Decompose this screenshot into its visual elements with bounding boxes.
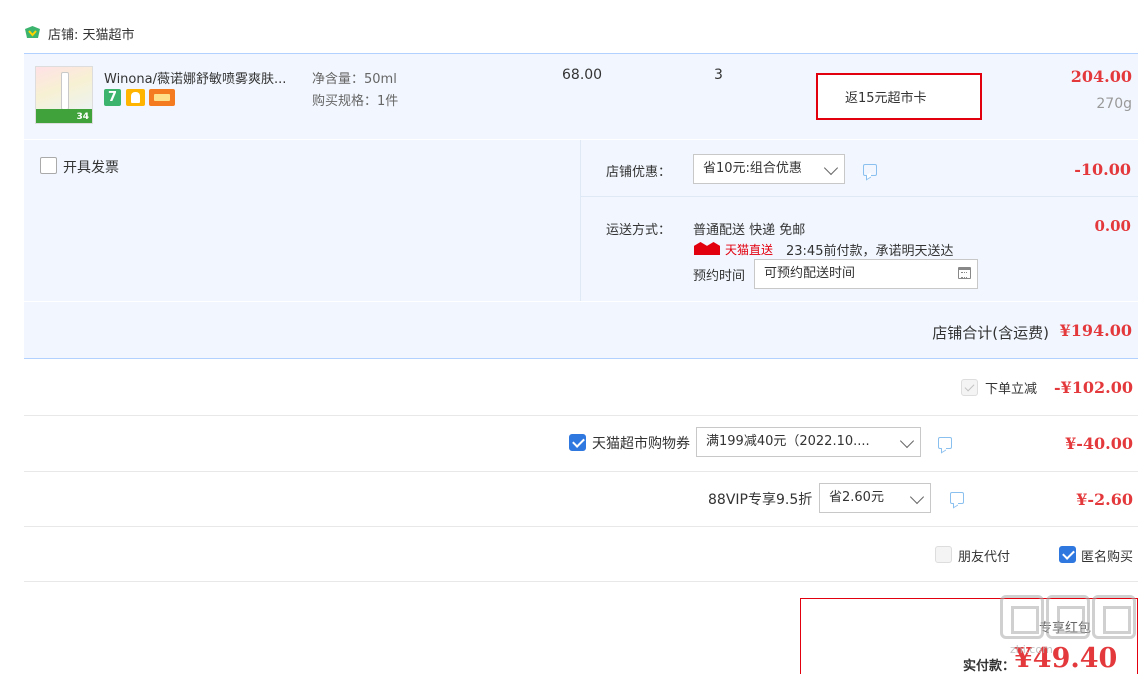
anonymous-checkbox[interactable] <box>1059 546 1076 563</box>
shipping-promise: 23:45前付款，承诺明天送达 <box>786 244 954 259</box>
shop-coupon-amount: -10.00 <box>1074 160 1131 179</box>
item-weight: 270g <box>1096 96 1132 112</box>
quantity: 3 <box>714 67 723 83</box>
calendar-icon[interactable] <box>958 267 971 279</box>
tmall-coupon-select[interactable]: 满199减40元（2022.10.... <box>696 427 921 457</box>
shop-total-label: 店铺合计(含运费) <box>932 324 1049 342</box>
tmall-coupon-label[interactable]: 天猫超市购物券 <box>592 433 690 453</box>
message-icon[interactable] <box>863 164 877 176</box>
order-options: 开具发票 店铺优惠： 省10元:组合优惠 -10.00 运送方式： 普通配送 快… <box>24 140 1138 301</box>
item-subtotal: 204.00 <box>1070 67 1132 86</box>
tmall-direct-text: 天猫直送 <box>725 243 774 257</box>
spec-volume: 净含量：50ml <box>312 72 397 87</box>
shop-total-amount: ¥194.00 <box>1059 321 1132 340</box>
divider <box>581 196 1138 197</box>
product-title[interactable]: Winona/薇诺娜舒敏喷雾爽肤... <box>104 68 304 87</box>
shipping-type: 普通配送 快递 免邮 <box>693 223 806 238</box>
divider <box>24 415 1138 416</box>
payment-label: 实付款： <box>963 659 1016 674</box>
product-thumbnail[interactable]: 34 <box>35 66 93 124</box>
shipping-label: 运送方式： <box>606 223 672 238</box>
reserve-time-input[interactable]: 可预约配送时间 <box>754 259 978 289</box>
divider <box>24 526 1138 527</box>
order-item-row: 34 Winona/薇诺娜舒敏喷雾爽肤... 7 净含量：50ml 购买规格：1… <box>24 53 1138 139</box>
guarantee-icon <box>126 89 145 106</box>
tmall-cat-icon <box>694 242 720 255</box>
watermark-logo: zhi.com <box>1000 595 1140 656</box>
tmall-direct-logo: 天猫直送 <box>694 241 776 257</box>
invoice-checkbox[interactable] <box>40 157 57 174</box>
chevron-down-icon <box>899 433 915 449</box>
instant-discount-label: 下单立减 <box>985 382 1038 397</box>
unit-price: 68.00 <box>562 67 603 83</box>
shop-total-row: 店铺合计(含运费) ¥194.00 <box>24 302 1138 359</box>
shop-coupon-label: 店铺优惠： <box>606 165 672 180</box>
instant-discount-checkbox <box>961 379 978 396</box>
message-icon[interactable] <box>938 437 952 449</box>
shop-icon <box>25 26 40 38</box>
tmall-coupon-checkbox[interactable] <box>569 434 586 451</box>
shop-coupon-value: 省10元:组合优惠 <box>703 161 802 176</box>
divider <box>24 471 1138 472</box>
vip-discount-select[interactable]: 省2.60元 <box>819 483 931 513</box>
shipping-amount: 0.00 <box>1094 217 1131 235</box>
chevron-down-icon <box>823 160 839 176</box>
message-icon[interactable] <box>950 492 964 504</box>
divider <box>24 581 1138 582</box>
vip-discount-label: 88VIP专享9.5折 <box>708 492 813 508</box>
reserve-time-label: 预约时间 <box>693 269 746 284</box>
invoice-label[interactable]: 开具发票 <box>63 157 119 177</box>
shop-name[interactable]: 店铺: 天猫超市 <box>48 24 135 43</box>
friend-pay-checkbox[interactable] <box>935 546 952 563</box>
card-payment-icon <box>149 89 175 106</box>
chevron-down-icon <box>909 489 925 505</box>
tmall-coupon-value: 满199减40元（2022.10.... <box>706 434 870 449</box>
reserve-time-placeholder: 可预约配送时间 <box>764 266 856 281</box>
thumb-number: 34 <box>76 112 89 122</box>
vip-discount-amount: ¥-2.60 <box>1076 490 1133 509</box>
divider <box>580 140 581 301</box>
anonymous-label[interactable]: 匿名购买 <box>1081 546 1133 565</box>
vip-discount-value: 省2.60元 <box>829 490 884 505</box>
watermark-text: zhi.com <box>1010 643 1053 656</box>
tmall-coupon-amount: ¥-40.00 <box>1065 434 1133 453</box>
instant-discount-amount: -¥102.00 <box>1053 378 1133 397</box>
seven-day-return-icon: 7 <box>104 89 121 106</box>
friend-pay-label[interactable]: 朋友代付 <box>958 546 1010 565</box>
spec-unit: 购买规格：1件 <box>312 94 399 109</box>
cashback-badge: 返15元超市卡 <box>816 73 982 120</box>
shop-coupon-select[interactable]: 省10元:组合优惠 <box>693 154 845 184</box>
